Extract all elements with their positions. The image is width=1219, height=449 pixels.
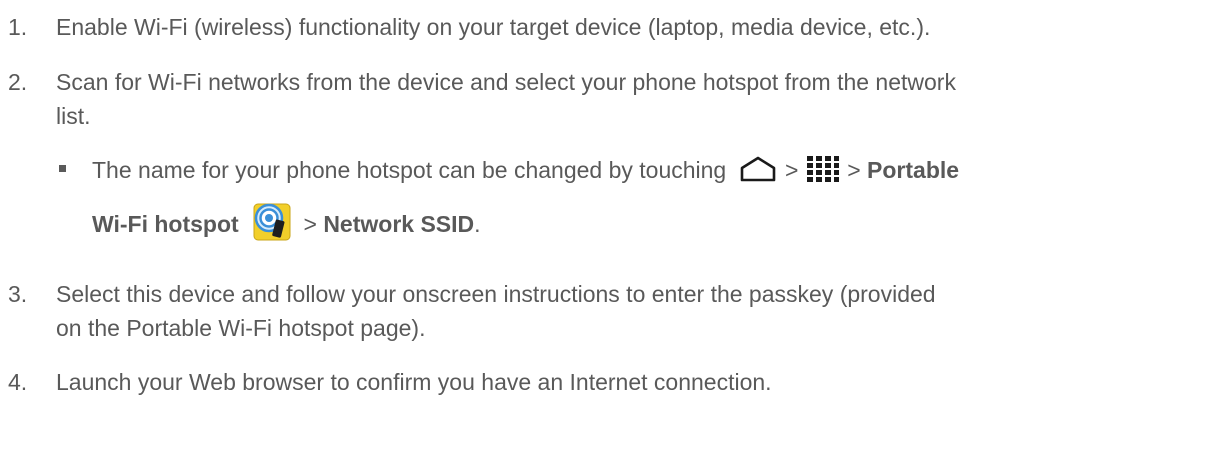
separator: > xyxy=(785,157,799,183)
step-text: Launch your Web browser to confirm you h… xyxy=(56,369,772,395)
bullet-marker xyxy=(59,165,66,172)
separator: > xyxy=(303,211,317,238)
step-text-line-1: Scan for Wi-Fi networks from the device … xyxy=(56,69,956,95)
step-text-line-2: on the Portable Wi-Fi hotspot page). xyxy=(56,315,426,341)
menu-wifi-hotspot: Wi-Fi hotspot xyxy=(92,211,239,238)
step-number: 3. xyxy=(8,281,28,307)
home-icon xyxy=(739,156,777,182)
bullet-prefix: The name for your phone hotspot can be c… xyxy=(92,157,727,183)
step-number: 4. xyxy=(8,369,28,395)
step-number: 2. xyxy=(8,69,28,95)
menu-portable: Portable xyxy=(867,157,960,183)
portable-wifi-hotspot-icon xyxy=(253,203,291,241)
period: . xyxy=(474,211,481,238)
step-text: Enable Wi-Fi (wireless) functionality on… xyxy=(56,14,931,40)
apps-icon xyxy=(806,155,839,182)
bullet-line-2: Wi-Fi hotspot > Network SSID. xyxy=(92,203,481,245)
bullet-line-1: The name for your phone hotspot can be c… xyxy=(92,153,959,187)
step-text-line-1: Select this device and follow your onscr… xyxy=(56,281,936,307)
separator: > xyxy=(847,157,861,183)
step-number: 1. xyxy=(8,14,28,40)
menu-network-ssid: Network SSID xyxy=(323,211,475,238)
step-text-line-2: list. xyxy=(56,103,91,129)
